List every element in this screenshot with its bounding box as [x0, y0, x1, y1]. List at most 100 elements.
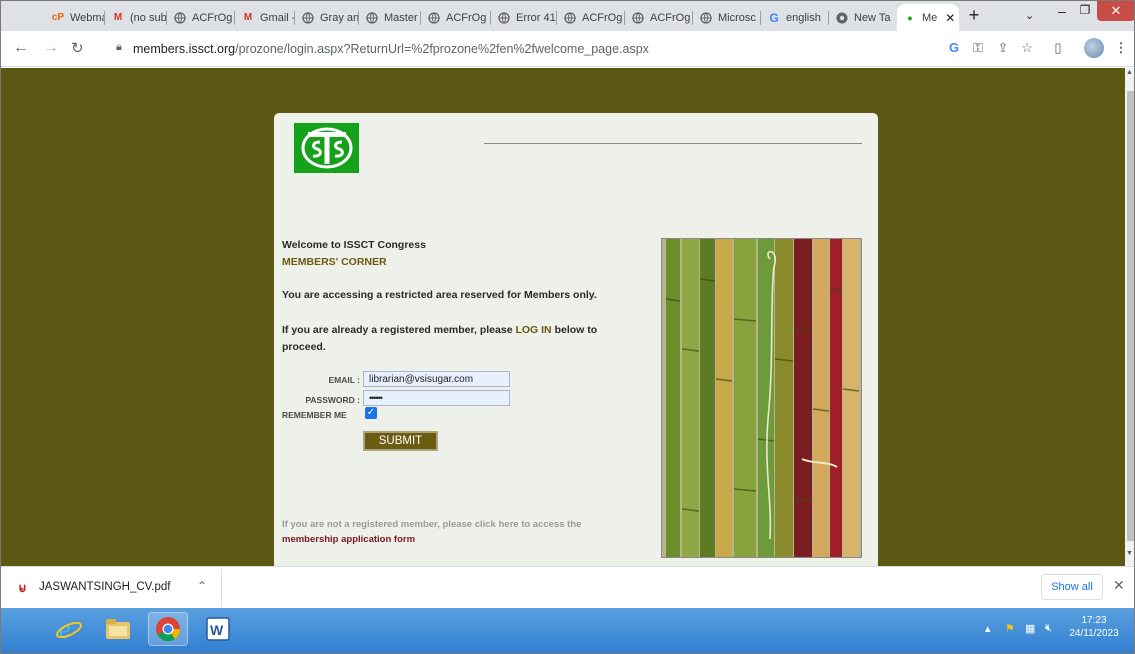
scrollbar-thumb[interactable]: [1127, 91, 1134, 541]
lock-icon[interactable]: 🔒︎: [116, 41, 122, 54]
menu-icon[interactable]: ⋮: [1112, 40, 1130, 56]
submit-button[interactable]: SUBMIT: [363, 431, 438, 451]
tab-webmail[interactable]: cP Webma: [45, 4, 105, 31]
tab-no-subject[interactable]: M (no sub: [105, 4, 167, 31]
speaker-muted-icon[interactable]: 🔇︎: [1045, 622, 1052, 635]
reload-icon[interactable]: ↻: [71, 39, 84, 57]
tab-members-active[interactable]: ● Me ✕: [897, 4, 959, 31]
google-translate-icon[interactable]: G: [945, 40, 963, 55]
members-corner-heading: MEMBERS' CORNER: [282, 256, 387, 268]
svg-text:W: W: [210, 622, 224, 638]
gmail-icon: M: [243, 12, 253, 23]
login-panel: Welcome to ISSCT Congress MEMBERS' CORNE…: [274, 113, 878, 566]
side-panel-icon[interactable]: ▯: [1049, 40, 1067, 56]
globe-icon: [631, 11, 645, 25]
avatar[interactable]: [1084, 38, 1104, 58]
tab-label: ACFrOg: [582, 11, 623, 24]
remember-me-checkbox[interactable]: ✓: [365, 407, 377, 419]
scroll-up-icon[interactable]: ▲: [1126, 69, 1133, 76]
tab-acfrog-3[interactable]: ACFrOg: [557, 4, 625, 31]
remember-me-label: REMEMBER ME: [282, 410, 347, 420]
minimize-icon[interactable]: –: [1051, 3, 1073, 21]
header-rule: [484, 143, 862, 144]
tab-label: Error 41: [516, 11, 556, 24]
internet-explorer-icon[interactable]: e: [49, 612, 89, 646]
issct-logo-icon: [301, 127, 352, 169]
flag-icon[interactable]: ⚑: [1005, 622, 1015, 635]
restore-icon[interactable]: ❐: [1074, 3, 1096, 21]
tab-master[interactable]: Master: [359, 4, 421, 31]
show-hidden-icons[interactable]: ▴: [985, 622, 991, 635]
close-tab-icon[interactable]: ✕: [945, 11, 955, 25]
globe-icon: [173, 11, 187, 25]
globe-icon: [563, 11, 577, 25]
forward-icon[interactable]: →: [43, 39, 59, 57]
browser-toolbar: ← → ↻ 🔒︎ members.issct.org/prozone/login…: [1, 31, 1134, 67]
download-item[interactable]: JASWANTSINGH_CV.pdf: [39, 581, 170, 593]
not-registered-text: If you are not a registered member, plea…: [282, 519, 582, 530]
cpanel-icon: cP: [51, 12, 65, 23]
word-icon[interactable]: W: [198, 612, 238, 646]
membership-application-link[interactable]: membership application form: [282, 534, 415, 545]
globe-icon: [497, 11, 511, 25]
tab-microsoft[interactable]: Microsc: [693, 4, 761, 31]
tab-new-tab[interactable]: New Ta: [829, 4, 893, 31]
login-instructions: If you are already a registered member, …: [282, 322, 622, 356]
tab-error[interactable]: Error 41: [491, 4, 557, 31]
pdf-icon: ⊌: [18, 581, 27, 595]
google-icon: G: [769, 10, 779, 25]
tab-label: Gmail -: [260, 11, 295, 24]
tab-label: Gray an: [320, 11, 359, 24]
screen: cP Webma M (no sub ACFrOg M Gmail - Gray…: [0, 0, 1135, 654]
new-tab-button[interactable]: +: [964, 6, 984, 26]
globe-icon: [427, 11, 441, 25]
tab-label: Webma: [70, 11, 105, 24]
globe-icon: [365, 11, 379, 25]
instructions-prefix: If you are already a registered member, …: [282, 324, 513, 336]
divider: [221, 569, 222, 607]
clock-time: 17:23: [1081, 615, 1107, 626]
file-explorer-icon[interactable]: [98, 612, 138, 646]
key-icon[interactable]: ⚿: [969, 40, 987, 56]
password-field[interactable]: ••••••: [363, 390, 510, 406]
close-icon[interactable]: ✕: [1113, 577, 1125, 594]
url-host: members.issct.org: [133, 42, 236, 56]
tab-acfrog-4[interactable]: ACFrOg: [625, 4, 693, 31]
sugarcane-photo: [661, 238, 862, 558]
back-icon[interactable]: ←: [13, 39, 29, 57]
system-clock[interactable]: 17:23 24/11/2023: [1059, 614, 1129, 640]
clock-date: 24/11/2023: [1069, 628, 1119, 639]
tab-label: ACFrOg: [650, 11, 691, 24]
tab-gray[interactable]: Gray an: [295, 4, 359, 31]
show-all-button[interactable]: Show all: [1041, 574, 1103, 600]
star-icon[interactable]: ☆: [1018, 40, 1036, 56]
tab-label: Microsc: [718, 11, 756, 24]
address-bar[interactable]: members.issct.org/prozone/login.aspx?Ret…: [133, 42, 649, 56]
globe-icon: [699, 11, 713, 25]
tab-acfrog-2[interactable]: ACFrOg: [421, 4, 491, 31]
tab-label: Me: [922, 11, 938, 24]
tab-label: (no sub: [130, 11, 167, 24]
tab-label: ACFrOg: [192, 11, 233, 24]
close-window-icon[interactable]: ✕: [1097, 1, 1134, 21]
tab-gmail[interactable]: M Gmail -: [235, 4, 295, 31]
tab-english[interactable]: G english: [761, 4, 829, 31]
chevron-up-icon[interactable]: ⌃: [197, 579, 207, 593]
gmail-icon: M: [113, 12, 123, 23]
network-icon[interactable]: ▦: [1025, 622, 1035, 635]
download-bar: ⊌ JASWANTSINGH_CV.pdf ⌃ Show all ✕: [1, 566, 1134, 608]
chrome-icon: [835, 11, 849, 25]
password-label: PASSWORD :: [305, 395, 360, 405]
scroll-down-icon[interactable]: ▼: [1126, 550, 1133, 557]
issct-logo: [294, 123, 359, 173]
chrome-taskbar-icon[interactable]: [148, 612, 188, 646]
windows-taskbar: e W ▴ ⚑ ▦ 🔇︎ 17:23 24/11/2023: [1, 608, 1134, 653]
restricted-notice: You are accessing a restricted area rese…: [282, 289, 597, 301]
chevron-down-icon[interactable]: ⌄: [1025, 9, 1034, 22]
share-icon[interactable]: ⇪: [994, 40, 1012, 56]
email-field[interactable]: [363, 371, 510, 387]
tab-label: english: [786, 11, 821, 24]
welcome-text: Welcome to ISSCT Congress: [282, 239, 426, 251]
tab-label: Master: [384, 11, 418, 24]
tab-acfrog-1[interactable]: ACFrOg: [167, 4, 235, 31]
